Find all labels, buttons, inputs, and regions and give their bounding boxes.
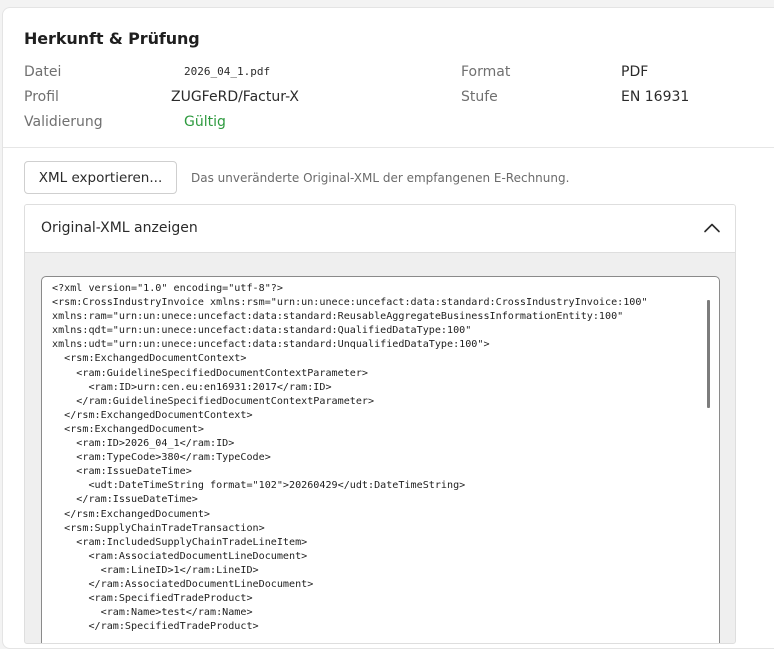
accordion-header[interactable]: Original-XML anzeigen <box>25 205 735 253</box>
file-label: Datei <box>24 64 62 80</box>
section-title: Herkunft & Prüfung <box>24 29 200 48</box>
level-label: Stufe <box>461 89 498 105</box>
format-label: Format <box>461 64 511 80</box>
format-value: PDF <box>621 64 649 80</box>
xml-viewer[interactable]: <?xml version="1.0" encoding="utf-8"?> <… <box>41 276 720 643</box>
export-hint: Das unveränderte Original-XML der empfan… <box>191 171 570 185</box>
profile-value: ZUGFeRD/Factur-X <box>171 89 300 105</box>
validation-label: Validierung <box>24 114 103 130</box>
xml-content: <?xml version="1.0" encoding="utf-8"?> <… <box>52 283 648 633</box>
xml-scrollbar[interactable] <box>707 300 710 408</box>
provenance-card: Herkunft & Prüfung Datei 2026_04_1.pdf F… <box>2 7 774 649</box>
file-value: 2026_04_1.pdf <box>184 65 271 78</box>
chevron-up-icon[interactable] <box>703 219 721 237</box>
export-xml-button[interactable]: XML exportieren... <box>24 161 177 194</box>
original-xml-accordion: Original-XML anzeigen <?xml version="1.0… <box>24 204 736 644</box>
level-value: EN 16931 <box>621 89 690 105</box>
accordion-title: Original-XML anzeigen <box>41 220 198 236</box>
section-divider <box>3 147 774 148</box>
validation-status: Gültig <box>184 114 226 130</box>
profile-label: Profil <box>24 89 59 105</box>
